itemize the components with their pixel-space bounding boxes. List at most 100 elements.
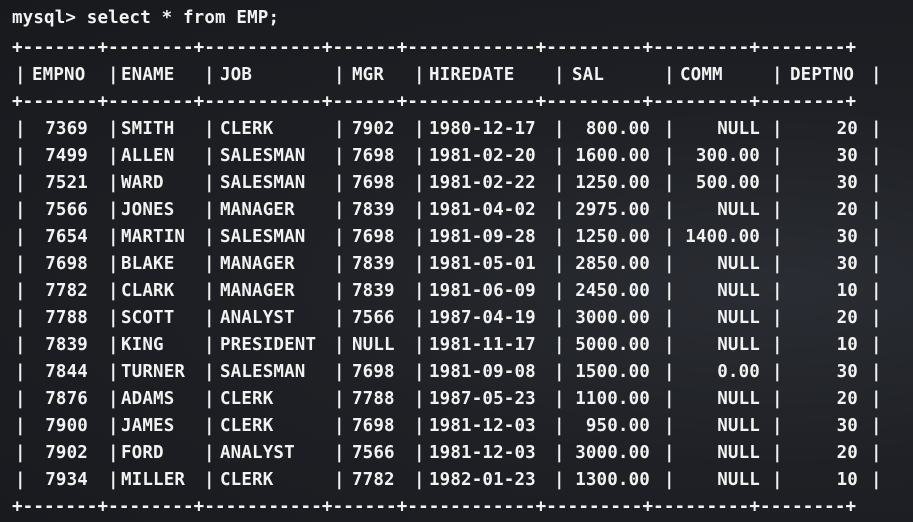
terminal-window[interactable]: mysql> select * from EMP; +-------+-----…: [12, 5, 907, 517]
table-cell-ename: JONES: [121, 200, 175, 220]
table-cell-job: SALESMAN: [220, 146, 306, 166]
column-separator: |: [15, 470, 26, 490]
column-separator: |: [554, 470, 565, 490]
column-separator: |: [334, 119, 345, 139]
table-cell-deptno: 30: [836, 416, 858, 436]
table-cell-job: MANAGER: [220, 281, 295, 301]
table-cell-comm: NULL: [717, 254, 760, 274]
table-cell-hiredate: 1987-05-23: [429, 389, 536, 409]
table-row: | | | | | | | | | 7900 JAMES CLERK 7698 1981-12-03 950…: [12, 413, 892, 440]
column-separator: |: [664, 65, 675, 85]
column-separator: |: [414, 200, 425, 220]
column-separator: |: [414, 362, 425, 382]
column-separator: |: [414, 65, 425, 85]
column-separator: |: [772, 227, 783, 247]
column-separator: |: [204, 173, 215, 193]
table-cell-hiredate: 1981-05-01: [429, 254, 536, 274]
column-separator: |: [108, 389, 119, 409]
table-header-row: | | | | | | | | | EMPNO ENAME JOB MGR HIREDATE SAL COMM…: [12, 62, 892, 89]
column-separator: |: [204, 308, 215, 328]
table-cell-sal: 950.00: [585, 416, 650, 436]
table-cell-ename: FORD: [121, 443, 164, 463]
table-cell-sal: 1100.00: [575, 389, 650, 409]
column-separator: |: [15, 281, 26, 301]
column-separator: |: [871, 173, 882, 193]
column-separator: |: [15, 173, 26, 193]
table-cell-deptno: 20: [836, 443, 858, 463]
column-separator: |: [871, 227, 882, 247]
table-cell-mgr: NULL: [352, 335, 395, 355]
table-row: | | | | | | | | | 7844 TURNER SALESMAN 7698 1981-09-0…: [12, 359, 892, 386]
table-row: | | | | | | | | | 7782 CLARK MANAGER 7839 1981-06-09 2…: [12, 278, 892, 305]
table-cell-empno: 7566: [45, 200, 88, 220]
column-separator: |: [871, 119, 882, 139]
column-separator: |: [664, 416, 675, 436]
table-cell-empno: 7369: [45, 119, 88, 139]
column-separator: |: [334, 254, 345, 274]
column-separator: |: [334, 470, 345, 490]
column-separator: |: [204, 470, 215, 490]
column-separator: |: [554, 281, 565, 301]
table-cell-mgr: 7788: [352, 389, 395, 409]
column-separator: |: [871, 416, 882, 436]
column-header-mgr: MGR: [352, 65, 385, 85]
table-cell-empno: 7654: [45, 227, 88, 247]
column-header-hiredate: HIREDATE: [429, 65, 515, 85]
table-cell-sal: 3000.00: [575, 443, 650, 463]
table-cell-job: ANALYST: [220, 308, 295, 328]
column-separator: |: [871, 281, 882, 301]
table-row: | | | | | | | | | 7566 JONES MANAGER 7839 1981-04-02 2…: [12, 197, 892, 224]
column-separator: |: [108, 470, 119, 490]
column-separator: |: [554, 335, 565, 355]
table-cell-empno: 7839: [45, 335, 88, 355]
column-separator: |: [108, 146, 119, 166]
column-separator: |: [664, 362, 675, 382]
table-cell-deptno: 30: [836, 254, 858, 274]
table-cell-hiredate: 1981-02-22: [429, 173, 536, 193]
column-separator: |: [108, 119, 119, 139]
table-cell-job: MANAGER: [220, 200, 295, 220]
column-separator: |: [772, 308, 783, 328]
table-cell-job: SALESMAN: [220, 227, 306, 247]
column-separator: |: [414, 119, 425, 139]
table-row: | | | | | | | | | 7876 ADAMS CLERK 7788 1987-05-23 110…: [12, 386, 892, 413]
column-separator: |: [871, 146, 882, 166]
table-cell-empno: 7934: [45, 470, 88, 490]
column-separator: |: [414, 146, 425, 166]
table-cell-job: CLERK: [220, 389, 274, 409]
column-separator: |: [15, 65, 26, 85]
table-cell-ename: JAMES: [121, 416, 175, 436]
table-cell-ename: CLARK: [121, 281, 175, 301]
sql-prompt-line: mysql> select * from EMP;: [12, 8, 280, 28]
column-separator: |: [108, 200, 119, 220]
table-cell-ename: KING: [121, 335, 164, 355]
column-separator: |: [108, 443, 119, 463]
column-separator: |: [15, 389, 26, 409]
table-cell-mgr: 7839: [352, 281, 395, 301]
table-cell-sal: 1250.00: [575, 173, 650, 193]
table-cell-job: ANALYST: [220, 443, 295, 463]
column-separator: |: [15, 335, 26, 355]
column-separator: |: [334, 65, 345, 85]
table-cell-sal: 2450.00: [575, 281, 650, 301]
column-separator: |: [664, 335, 675, 355]
table-cell-mgr: 7698: [352, 416, 395, 436]
table-cell-deptno: 30: [836, 146, 858, 166]
table-cell-mgr: 7839: [352, 200, 395, 220]
column-separator: |: [772, 65, 783, 85]
column-separator: |: [204, 146, 215, 166]
table-cell-comm: NULL: [717, 308, 760, 328]
table-cell-deptno: 20: [836, 200, 858, 220]
column-separator: |: [334, 146, 345, 166]
table-cell-hiredate: 1981-11-17: [429, 335, 536, 355]
table-cell-mgr: 7566: [352, 443, 395, 463]
table-cell-empno: 7499: [45, 146, 88, 166]
table-cell-empno: 7521: [45, 173, 88, 193]
column-separator: |: [554, 362, 565, 382]
column-separator: |: [772, 281, 783, 301]
column-separator: |: [334, 335, 345, 355]
column-separator: |: [334, 389, 345, 409]
column-separator: |: [204, 389, 215, 409]
column-separator: |: [772, 119, 783, 139]
column-separator: |: [334, 416, 345, 436]
